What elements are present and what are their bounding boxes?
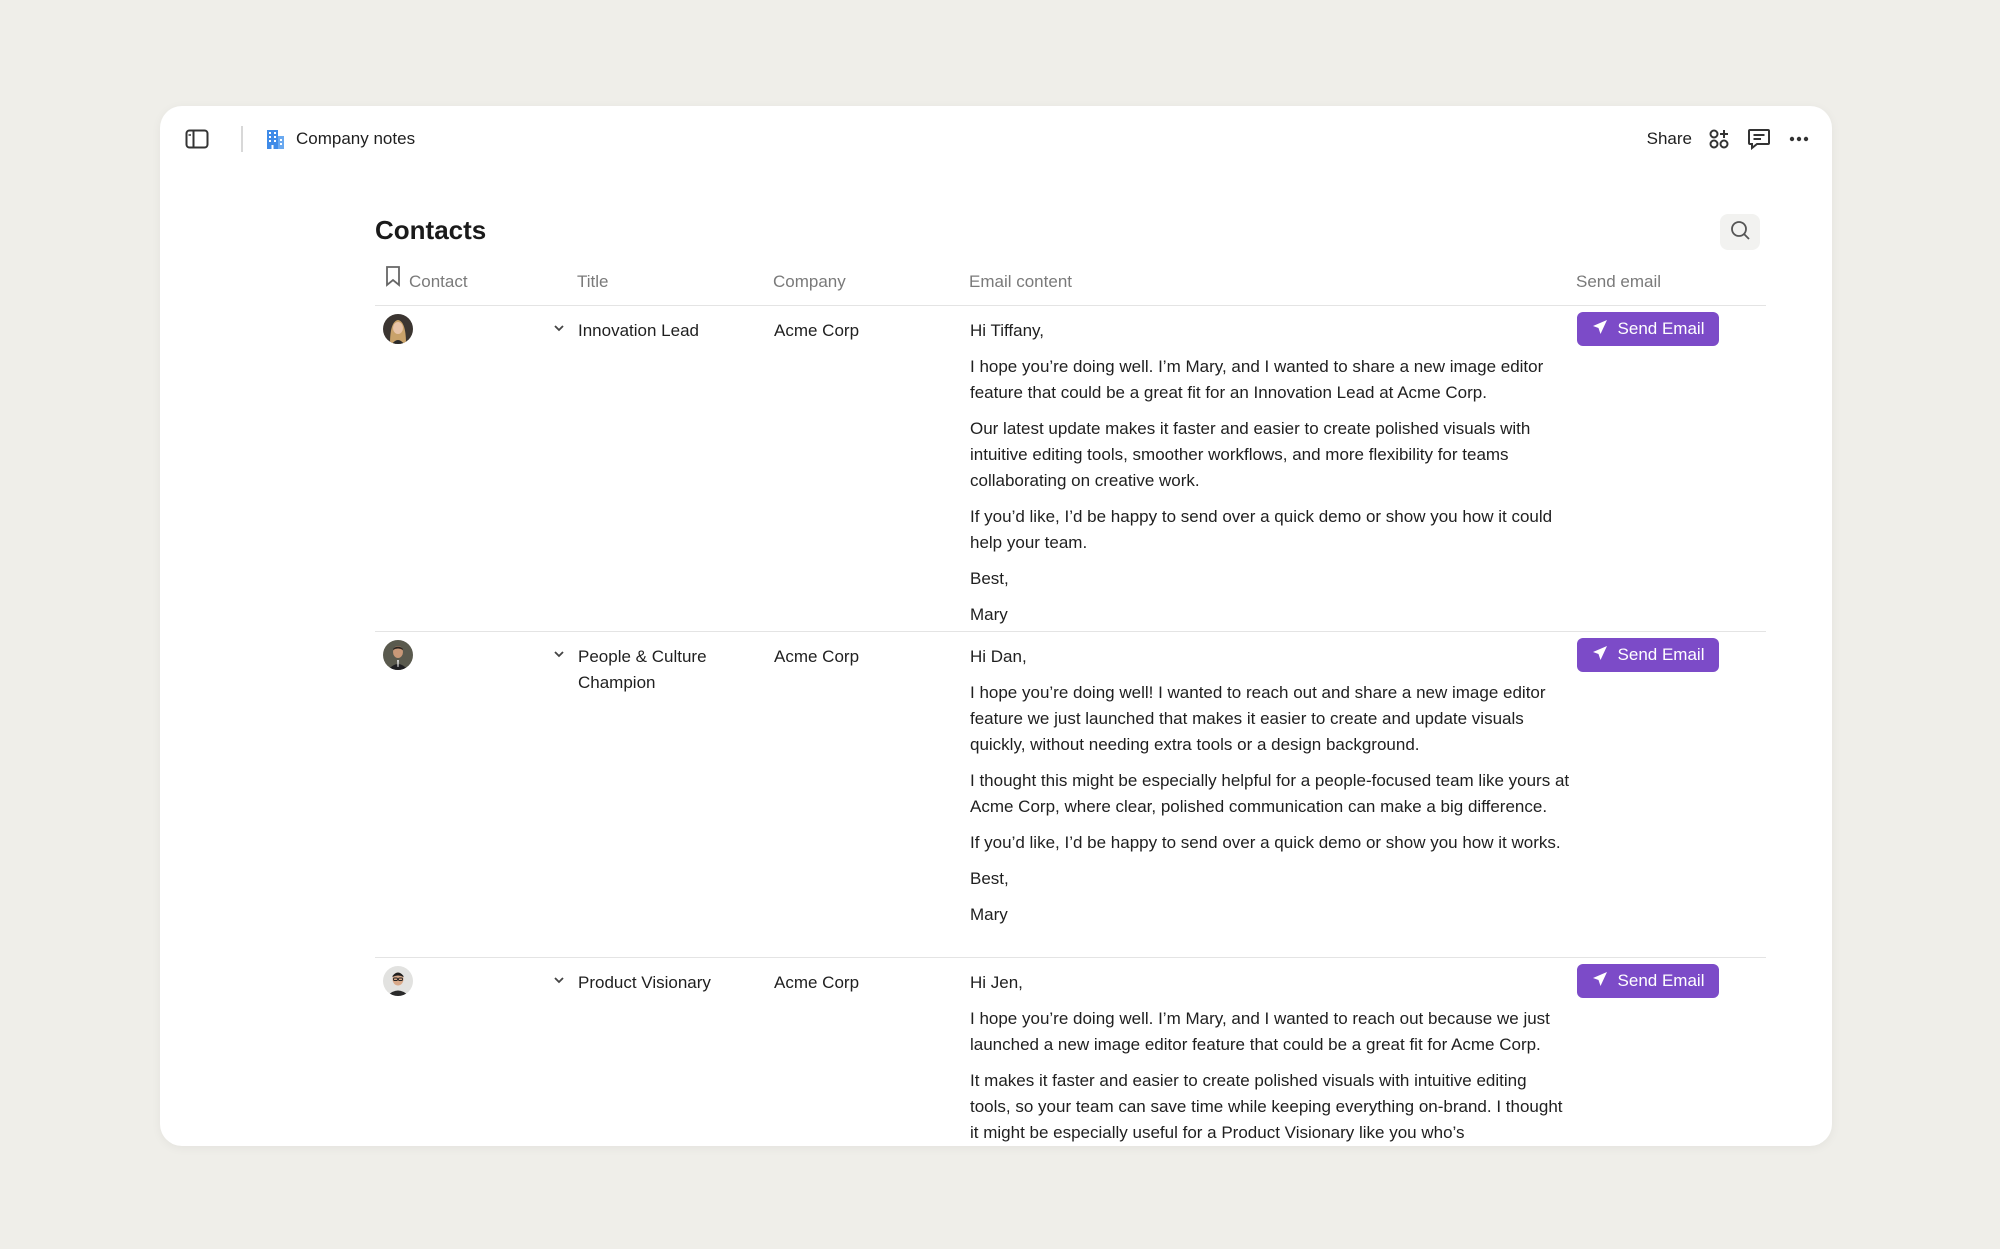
building-icon — [264, 128, 286, 150]
apps-icon[interactable] — [1706, 126, 1732, 152]
chevron-down-icon[interactable] — [551, 972, 567, 988]
toolbar-divider — [241, 126, 243, 152]
sidebar-toggle-icon[interactable] — [184, 126, 210, 152]
email-paragraph: It makes it faster and easier to create … — [970, 1071, 1563, 1142]
send-email-label: Send Email — [1617, 971, 1705, 990]
bookmark-icon — [385, 258, 401, 306]
send-email-label: Send Email — [1617, 319, 1705, 338]
email-paragraph: Hi Tiffany, — [970, 321, 1045, 340]
email-paragraph: If you’d like, I’d be happy to send over… — [970, 507, 1553, 552]
column-header-send-email[interactable]: Send email — [1576, 258, 1661, 306]
email-paragraph: Hi Jen, — [970, 973, 1023, 992]
avatar[interactable] — [383, 314, 413, 344]
table-row: Innovation Lead Acme Corp Hi Tiffany, I … — [375, 306, 1766, 632]
table-header: Contact Title Company Email content Send… — [375, 258, 1766, 306]
cell-title[interactable]: Product Visionary — [578, 970, 738, 996]
chevron-down-icon[interactable] — [551, 320, 567, 336]
page-title: Contacts — [375, 215, 487, 245]
column-header-contact[interactable]: Contact — [385, 258, 468, 306]
document-title[interactable]: Company notes — [296, 128, 415, 150]
avatar[interactable] — [383, 966, 413, 996]
email-paragraph: Mary — [970, 905, 1008, 924]
send-email-button[interactable]: Send Email — [1577, 964, 1719, 998]
cell-company[interactable]: Acme Corp — [774, 644, 859, 670]
email-paragraph: Best, — [970, 569, 1009, 588]
cell-company[interactable]: Acme Corp — [774, 970, 859, 996]
chevron-down-icon[interactable] — [551, 646, 567, 662]
cell-email-content[interactable]: Hi Dan, I hope you’re doing well! I want… — [970, 644, 1570, 938]
table-row: People & Culture Champion Acme Corp Hi D… — [375, 632, 1766, 958]
cell-company[interactable]: Acme Corp — [774, 318, 859, 344]
comment-icon[interactable] — [1746, 126, 1772, 152]
email-paragraph: Hi Dan, — [970, 647, 1027, 666]
email-paragraph: I hope you’re doing well! I wanted to re… — [970, 683, 1546, 754]
email-paragraph: I thought this might be especially helpf… — [970, 771, 1570, 816]
cell-title[interactable]: People & Culture Champion — [578, 644, 738, 696]
email-paragraph: Our latest update makes it faster and ea… — [970, 419, 1531, 490]
cell-title[interactable]: Innovation Lead — [578, 318, 738, 344]
app-window: Company notes Share Contacts Contact Tit… — [160, 106, 1832, 1146]
column-header-title[interactable]: Title — [577, 258, 609, 306]
more-icon[interactable] — [1786, 126, 1812, 152]
avatar[interactable] — [383, 640, 413, 670]
email-paragraph: If you’d like, I’d be happy to send over… — [970, 833, 1561, 852]
search-button[interactable] — [1720, 214, 1760, 250]
email-paragraph: Best, — [970, 869, 1009, 888]
table-row: Product Visionary Acme Corp Hi Jen, I ho… — [375, 958, 1766, 1146]
send-icon — [1592, 645, 1608, 666]
column-header-company[interactable]: Company — [773, 258, 846, 306]
cell-email-content[interactable]: Hi Tiffany, I hope you’re doing well. I’… — [970, 318, 1570, 638]
email-paragraph: Mary — [970, 605, 1008, 624]
contacts-table: Contact Title Company Email content Send… — [375, 258, 1766, 1146]
send-icon — [1592, 971, 1608, 992]
send-email-label: Send Email — [1617, 645, 1705, 664]
column-header-label: Contact — [409, 272, 468, 291]
column-header-email-content[interactable]: Email content — [969, 258, 1072, 306]
cell-email-content[interactable]: Hi Jen, I hope you’re doing well. I’m Ma… — [970, 970, 1570, 1146]
email-paragraph: I hope you’re doing well. I’m Mary, and … — [970, 1009, 1550, 1054]
search-icon — [1729, 219, 1751, 246]
send-email-button[interactable]: Send Email — [1577, 638, 1719, 672]
email-paragraph: I hope you’re doing well. I’m Mary, and … — [970, 357, 1544, 402]
send-icon — [1592, 319, 1608, 340]
share-button[interactable]: Share — [1647, 128, 1692, 150]
send-email-button[interactable]: Send Email — [1577, 312, 1719, 346]
top-bar: Company notes Share — [160, 106, 1832, 172]
